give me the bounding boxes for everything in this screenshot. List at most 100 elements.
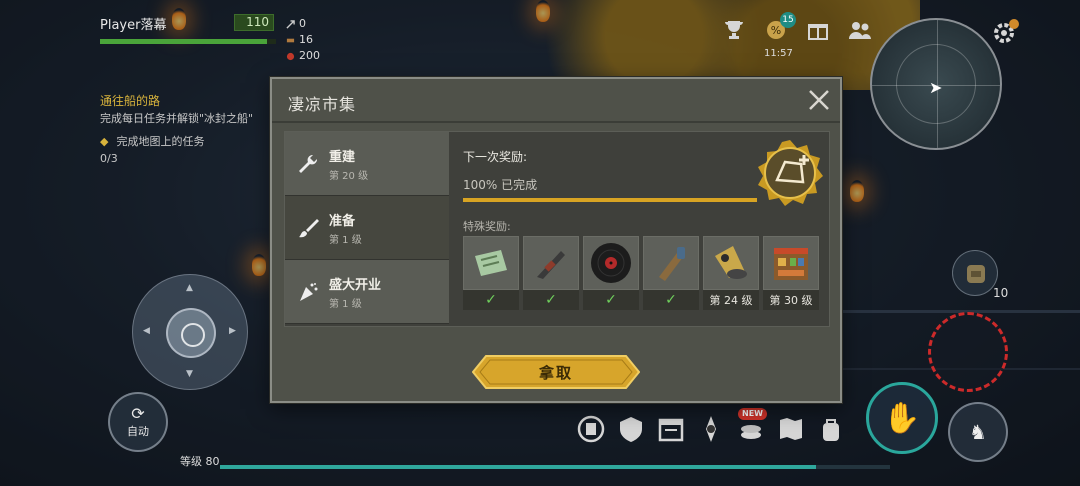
reward-pane: 下一次奖励: 100% 已完成 特殊奖励: ✓ ✓ ✓ ✓ 第 24 级 第 3… xyxy=(461,132,829,326)
calendar-button[interactable] xyxy=(656,414,686,444)
gift-button[interactable] xyxy=(804,16,832,44)
tab-rebuild[interactable]: 重建 第 20 级 xyxy=(285,132,449,196)
claim-button[interactable]: 拿取 xyxy=(472,355,640,389)
quest-title: 通往船的路 xyxy=(100,94,161,108)
check-icon: ✓ xyxy=(545,292,557,308)
auto-label: 自动 xyxy=(127,425,149,438)
guitar-case-icon xyxy=(659,247,685,281)
up-arrow-icon: ▲ xyxy=(186,283,193,293)
tab-prepare[interactable]: 准备 第 1 级 xyxy=(285,196,449,260)
player-position-icon: ➤ xyxy=(929,78,943,97)
resource-arrows: 0 xyxy=(286,16,320,32)
quest-objective: ◆ 完成地图上的任务 xyxy=(100,135,205,148)
reward-item[interactable]: 第 24 级 xyxy=(703,236,759,310)
health-bar xyxy=(100,39,276,44)
reward-item[interactable]: ✓ xyxy=(643,236,699,310)
market-stall-icon xyxy=(774,248,808,280)
vinyl-record-icon xyxy=(591,243,631,283)
next-reward-label: 下一次奖励: xyxy=(463,150,528,164)
event-button[interactable]: % 15 xyxy=(762,12,796,44)
item-level-requirement: 第 24 级 xyxy=(703,290,759,310)
svg-text:%: % xyxy=(771,24,781,37)
reward-item[interactable]: 第 30 级 xyxy=(763,236,819,310)
inventory-button[interactable] xyxy=(816,414,846,444)
reward-badge-icon[interactable] xyxy=(755,138,825,208)
minimap[interactable]: ➤ xyxy=(870,18,1002,150)
quest-tracker[interactable]: 通往船的路 完成每日任务并解锁"冰封之船" ◆ 完成地图上的任务 0/3 xyxy=(100,93,280,167)
compass-icon xyxy=(706,416,716,442)
tab-label: 盛大开业 xyxy=(329,277,382,293)
movement-joystick[interactable]: ▲ ▼ ◀ ▶ xyxy=(132,274,248,390)
coins-button[interactable]: NEW xyxy=(736,408,767,444)
dialog-content: 重建 第 20 级 准备 第 1 级 盛大开业 第 1 级 下一次奖励: 100… xyxy=(284,131,830,327)
item-level-requirement: 第 30 级 xyxy=(763,290,819,310)
clock: 11:57 xyxy=(764,48,793,59)
shield-icon xyxy=(620,417,642,442)
event-badge: 15 xyxy=(780,12,796,28)
gun-icon xyxy=(537,251,565,279)
progress-text: 100% 已完成 xyxy=(463,178,538,192)
reward-item[interactable]: ✓ xyxy=(463,236,519,310)
close-icon[interactable] xyxy=(806,87,832,113)
brush-icon xyxy=(299,218,319,237)
refresh-icon: ⟳ xyxy=(131,404,145,423)
tab-level: 第 20 级 xyxy=(329,170,369,182)
check-icon: ✓ xyxy=(485,292,497,308)
stage-tab-list: 重建 第 20 级 准备 第 1 级 盛大开业 第 1 级 xyxy=(285,132,449,326)
resource-wood: 16 xyxy=(286,32,320,48)
level-label: 等级 80 xyxy=(180,455,220,468)
meat-icon xyxy=(286,52,295,60)
bag-count: 10 xyxy=(993,286,1009,300)
check-icon: ✓ xyxy=(605,292,617,308)
check-icon: ✓ xyxy=(665,292,677,308)
tab-grand-opening[interactable]: 盛大开业 第 1 级 xyxy=(285,260,449,324)
map-icon xyxy=(475,250,507,276)
quest-progress: 0/3 xyxy=(100,152,118,165)
joystick-knob[interactable] xyxy=(166,308,216,358)
gramophone-icon xyxy=(715,246,747,279)
bottom-action-bar: NEW xyxy=(576,408,846,444)
wood-icon xyxy=(286,38,295,42)
trophy-icon xyxy=(725,21,743,39)
resource-meat: 200 xyxy=(286,48,320,64)
arrow-icon xyxy=(286,19,295,29)
resource-list: 0 16 200 xyxy=(286,16,320,64)
map-icon xyxy=(780,418,802,440)
quest-description: 完成每日任务并解锁"冰封之船" xyxy=(100,112,254,125)
trophy-button[interactable] xyxy=(720,16,748,44)
bullet-icon: ◆ xyxy=(100,135,109,148)
player-status: Player落幕 110 xyxy=(100,14,278,44)
bag-button[interactable] xyxy=(952,250,998,296)
reward-item[interactable]: ✓ xyxy=(583,236,639,310)
dialog-title: 凄凉市集 xyxy=(288,95,357,114)
special-reward-list: ✓ ✓ ✓ ✓ 第 24 级 第 30 级 xyxy=(463,236,819,310)
quest-log-button[interactable] xyxy=(576,414,606,444)
scroll-icon xyxy=(577,415,605,443)
interact-button[interactable]: ✋ xyxy=(866,382,938,454)
friends-button[interactable] xyxy=(846,16,874,44)
clan-button[interactable] xyxy=(616,414,646,444)
reward-progress-fill xyxy=(463,198,757,202)
auto-button[interactable]: ⟳ 自动 xyxy=(108,392,168,452)
down-arrow-icon: ▼ xyxy=(186,369,193,379)
map-button[interactable] xyxy=(776,414,806,444)
gift-icon xyxy=(808,24,828,40)
weapon-slot[interactable] xyxy=(928,312,1008,392)
reward-item[interactable]: ✓ xyxy=(523,236,579,310)
hand-icon: ✋ xyxy=(883,400,921,436)
experience-bar-fill xyxy=(220,465,817,469)
new-badge: NEW xyxy=(738,408,767,420)
left-arrow-icon: ◀ xyxy=(143,326,150,336)
reward-progress-bar xyxy=(463,198,757,202)
health-bar-fill xyxy=(100,39,268,44)
crouch-button[interactable]: ♞ xyxy=(948,402,1008,462)
tab-label: 准备 xyxy=(329,213,356,229)
compass-button[interactable] xyxy=(696,414,726,444)
wrench-icon xyxy=(299,154,318,173)
right-arrow-icon: ▶ xyxy=(229,326,236,336)
top-menu-bar: % 15 xyxy=(720,12,874,44)
settings-gear-icon[interactable] xyxy=(990,18,1020,48)
tab-level: 第 1 级 xyxy=(329,234,362,246)
claim-label: 拿取 xyxy=(538,363,573,382)
experience-bar xyxy=(220,465,890,469)
